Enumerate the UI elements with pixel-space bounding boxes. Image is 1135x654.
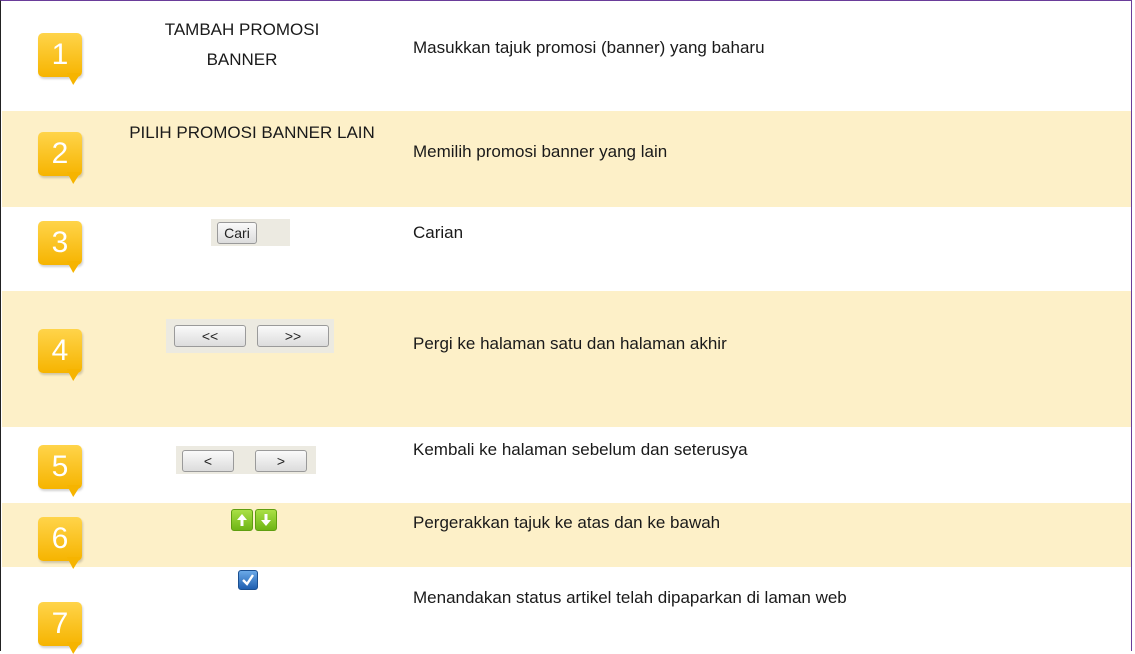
row-description: Memilih promosi banner yang lain	[413, 142, 668, 161]
arrow-down-icon[interactable]	[255, 509, 277, 531]
search-button-strip: Cari	[211, 219, 290, 246]
table-frame: 1 TAMBAH PROMOSI BANNER Masukkan tajuk p…	[0, 0, 1132, 651]
first-last-button-strip: << >>	[166, 319, 334, 353]
step-badge-5: 5	[38, 445, 82, 489]
first-page-button[interactable]: <<	[174, 325, 246, 347]
step-badge-4: 4	[38, 329, 82, 373]
step-badge-7: 7	[38, 602, 82, 646]
table-row: 7 Menandakan status artikel telah dipapa…	[2, 567, 1131, 652]
last-page-button[interactable]: >>	[257, 325, 329, 347]
row-description: Pergi ke halaman satu dan halaman akhir	[413, 334, 727, 353]
step-badge-1: 1	[38, 33, 82, 77]
arrow-up-icon[interactable]	[231, 509, 253, 531]
table-row: 5 < > Kembali ke halaman sebelum dan set…	[2, 427, 1131, 503]
row-description: Kembali ke halaman sebelum dan seterusya	[413, 440, 748, 459]
table-row: 1 TAMBAH PROMOSI BANNER Masukkan tajuk p…	[2, 1, 1131, 91]
choose-banner-label: PILIH PROMOSI BANNER LAIN	[129, 123, 375, 142]
row-description: Pergerakkan tajuk ke atas dan ke bawah	[413, 513, 721, 532]
previous-page-button[interactable]: <	[182, 450, 234, 472]
table-row: 6 Pergerakkan tajuk ke atas dan ke bawah	[2, 503, 1131, 567]
step-badge-6: 6	[38, 517, 82, 561]
row-description: Carian	[413, 223, 464, 242]
table-row: 2 PILIH PROMOSI BANNER LAIN Memilih prom…	[2, 111, 1131, 207]
table-row: 4 << >> Pergi ke halaman satu dan halama…	[2, 291, 1131, 427]
prev-next-button-strip: < >	[176, 446, 316, 474]
table-row: 3 Cari Carian	[2, 207, 1131, 291]
row-description: Masukkan tajuk promosi (banner) yang bah…	[413, 38, 765, 57]
add-banner-label: TAMBAH PROMOSI BANNER	[164, 20, 320, 69]
step-badge-2: 2	[38, 132, 82, 176]
step-badge-3: 3	[38, 221, 82, 265]
next-page-button[interactable]: >	[255, 450, 307, 472]
row-description: Menandakan status artikel telah dipapark…	[413, 588, 847, 607]
checkmark-icon	[238, 570, 258, 590]
search-button[interactable]: Cari	[217, 222, 257, 244]
